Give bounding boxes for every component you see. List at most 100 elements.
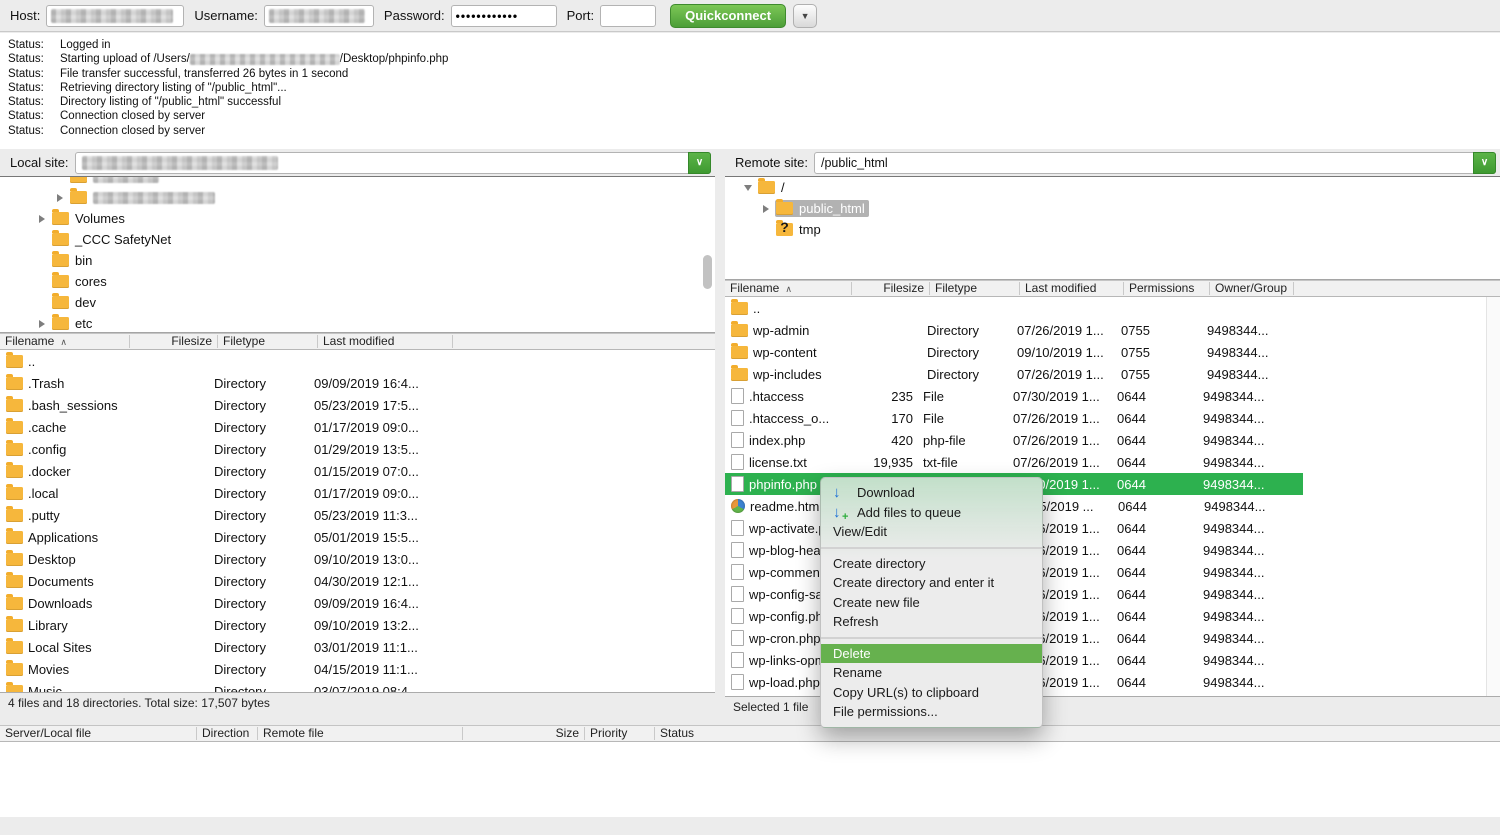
expand-arrow-icon[interactable]: [739, 185, 757, 191]
file-row[interactable]: Documents Directory 04/30/2019 12:1...: [0, 570, 715, 592]
file-row[interactable]: .Trash Directory 09/09/2019 16:4...: [0, 372, 715, 394]
menu-item[interactable]: File permissions...: [821, 702, 1042, 722]
tree-item-label: /: [781, 180, 785, 195]
file-row[interactable]: .htaccess_o... 170 File 07/26/2019 1... …: [725, 407, 1303, 429]
file-icon: [6, 399, 23, 412]
tree-item[interactable]: bin: [0, 250, 715, 271]
file-row[interactable]: Desktop Directory 09/10/2019 13:0...: [0, 548, 715, 570]
local-site-combobox[interactable]: ∨: [75, 152, 711, 174]
column-header-filename[interactable]: Filename∧: [0, 335, 130, 348]
menu-item[interactable]: [821, 637, 1042, 639]
local-site-dropdown-button[interactable]: ∨: [688, 152, 711, 174]
column-header-filesize[interactable]: Filesize: [852, 282, 930, 295]
file-row[interactable]: .putty Directory 05/23/2019 11:3...: [0, 504, 715, 526]
file-row[interactable]: .htaccess 235 File 07/30/2019 1... 0644 …: [725, 385, 1303, 407]
file-row[interactable]: .local Directory 01/17/2019 09:0...: [0, 482, 715, 504]
expand-arrow-icon[interactable]: [33, 320, 51, 328]
file-row[interactable]: Music Directory 03/07/2019 08:4...: [0, 680, 715, 692]
column-header-filetype[interactable]: Filetype: [218, 335, 318, 348]
file-row[interactable]: Movies Directory 04/15/2019 11:1...: [0, 658, 715, 680]
file-row[interactable]: .docker Directory 01/15/2019 07:0...: [0, 460, 715, 482]
column-header-direction[interactable]: Direction: [197, 727, 258, 740]
username-label: Username:: [194, 8, 258, 23]
menu-item[interactable]: Rename: [821, 663, 1042, 683]
tree-item[interactable]: [0, 176, 715, 187]
menu-item[interactable]: Create directory and enter it: [821, 573, 1042, 593]
column-header-filesize[interactable]: Filesize: [130, 335, 218, 348]
remote-directory-tree: / public_html: [725, 176, 1500, 280]
file-row[interactable]: Library Directory 09/10/2019 13:2...: [0, 614, 715, 636]
tree-item[interactable]: dev: [0, 292, 715, 313]
host-label: Host:: [10, 8, 40, 23]
file-row[interactable]: wp-admin Directory 07/26/2019 1... 0755 …: [725, 319, 1303, 341]
expand-arrow-icon[interactable]: [51, 194, 69, 202]
column-header-last-modified[interactable]: Last modified: [1020, 282, 1124, 295]
quickconnect-dropdown-button[interactable]: ▼: [793, 4, 817, 28]
tree-item-label: cores: [75, 274, 107, 289]
expand-arrow-icon[interactable]: [33, 215, 51, 223]
column-header-priority[interactable]: Priority: [585, 727, 655, 740]
local-tree-scrollbar-thumb[interactable]: [703, 255, 712, 289]
tree-item[interactable]: [0, 187, 715, 208]
menu-item[interactable]: Refresh: [821, 612, 1042, 632]
filename-cell: Documents: [23, 574, 130, 589]
filename-cell: ..: [748, 301, 852, 316]
column-header-owner-group[interactable]: Owner/Group: [1210, 282, 1294, 295]
tree-item[interactable]: Volumes: [0, 208, 715, 229]
file-row[interactable]: wp-content Directory 09/10/2019 1... 075…: [725, 341, 1303, 363]
menu-item[interactable]: Copy URL(s) to clipboard: [821, 683, 1042, 703]
menu-item[interactable]: Add files to queue: [821, 503, 1042, 523]
remote-list-scrollbar[interactable]: [1486, 297, 1500, 696]
tree-item[interactable]: etc: [0, 313, 715, 333]
file-row[interactable]: index.php 420 php-file 07/26/2019 1... 0…: [725, 429, 1303, 451]
local-file-list: .. .Trash Directory 09/09/2019 16:4... .…: [0, 350, 715, 692]
file-row[interactable]: ..: [725, 297, 1303, 319]
tree-item[interactable]: /: [725, 177, 1500, 198]
menu-item[interactable]: Delete: [821, 644, 1042, 664]
tree-item[interactable]: public_html: [725, 198, 1500, 219]
column-header-status[interactable]: Status: [655, 727, 1500, 740]
remote-site-dropdown-button[interactable]: ∨: [1473, 152, 1496, 174]
port-input[interactable]: [600, 5, 656, 27]
column-header-filename[interactable]: Filename∧: [725, 282, 852, 295]
file-icon: [6, 509, 23, 522]
remote-site-combobox[interactable]: /public_html ∨: [814, 152, 1496, 174]
file-row[interactable]: .config Directory 01/29/2019 13:5...: [0, 438, 715, 460]
filename-cell: .putty: [23, 508, 130, 523]
menu-item[interactable]: Create new file: [821, 593, 1042, 613]
tree-item[interactable]: _CCC SafetyNet: [0, 229, 715, 250]
menu-item[interactable]: Download: [821, 483, 1042, 503]
file-row[interactable]: Downloads Directory 09/09/2019 16:4...: [0, 592, 715, 614]
menu-item[interactable]: [821, 547, 1042, 549]
filetype-cell: Directory: [209, 376, 309, 391]
column-header-remote-file[interactable]: Remote file: [258, 727, 463, 740]
file-row[interactable]: license.txt 19,935 txt-file 07/26/2019 1…: [725, 451, 1303, 473]
owner-group-cell: 9498344...: [1198, 675, 1282, 690]
file-row[interactable]: ..: [0, 350, 715, 372]
permissions-cell: 0644: [1112, 543, 1198, 558]
expand-arrow-icon[interactable]: [757, 205, 775, 213]
filename-cell: Library: [23, 618, 130, 633]
last-modified-cell: 01/15/2019 07:0...: [309, 464, 444, 479]
column-header-last-modified[interactable]: Last modified: [318, 335, 453, 348]
tree-item[interactable]: cores: [0, 271, 715, 292]
password-input[interactable]: [451, 5, 557, 27]
tree-item-label: tmp: [799, 222, 821, 237]
file-row[interactable]: Applications Directory 05/01/2019 15:5..…: [0, 526, 715, 548]
file-row[interactable]: wp-includes Directory 07/26/2019 1... 07…: [725, 363, 1303, 385]
filename-cell: .docker: [23, 464, 130, 479]
column-header-permissions[interactable]: Permissions: [1124, 282, 1210, 295]
file-icon: [6, 641, 23, 654]
file-row[interactable]: .cache Directory 01/17/2019 09:0...: [0, 416, 715, 438]
file-icon: [731, 432, 744, 448]
menu-item[interactable]: Create directory: [821, 554, 1042, 574]
menu-item[interactable]: View/Edit: [821, 522, 1042, 542]
file-row[interactable]: Local Sites Directory 03/01/2019 11:1...: [0, 636, 715, 658]
tree-item[interactable]: tmp: [725, 219, 1500, 240]
column-header-size[interactable]: Size: [510, 727, 585, 740]
quickconnect-button[interactable]: Quickconnect: [670, 4, 786, 28]
column-header-server-local-file[interactable]: Server/Local file: [0, 727, 197, 740]
column-header-filetype[interactable]: Filetype: [930, 282, 1020, 295]
file-row[interactable]: .bash_sessions Directory 05/23/2019 17:5…: [0, 394, 715, 416]
permissions-cell: 0755: [1116, 323, 1202, 338]
